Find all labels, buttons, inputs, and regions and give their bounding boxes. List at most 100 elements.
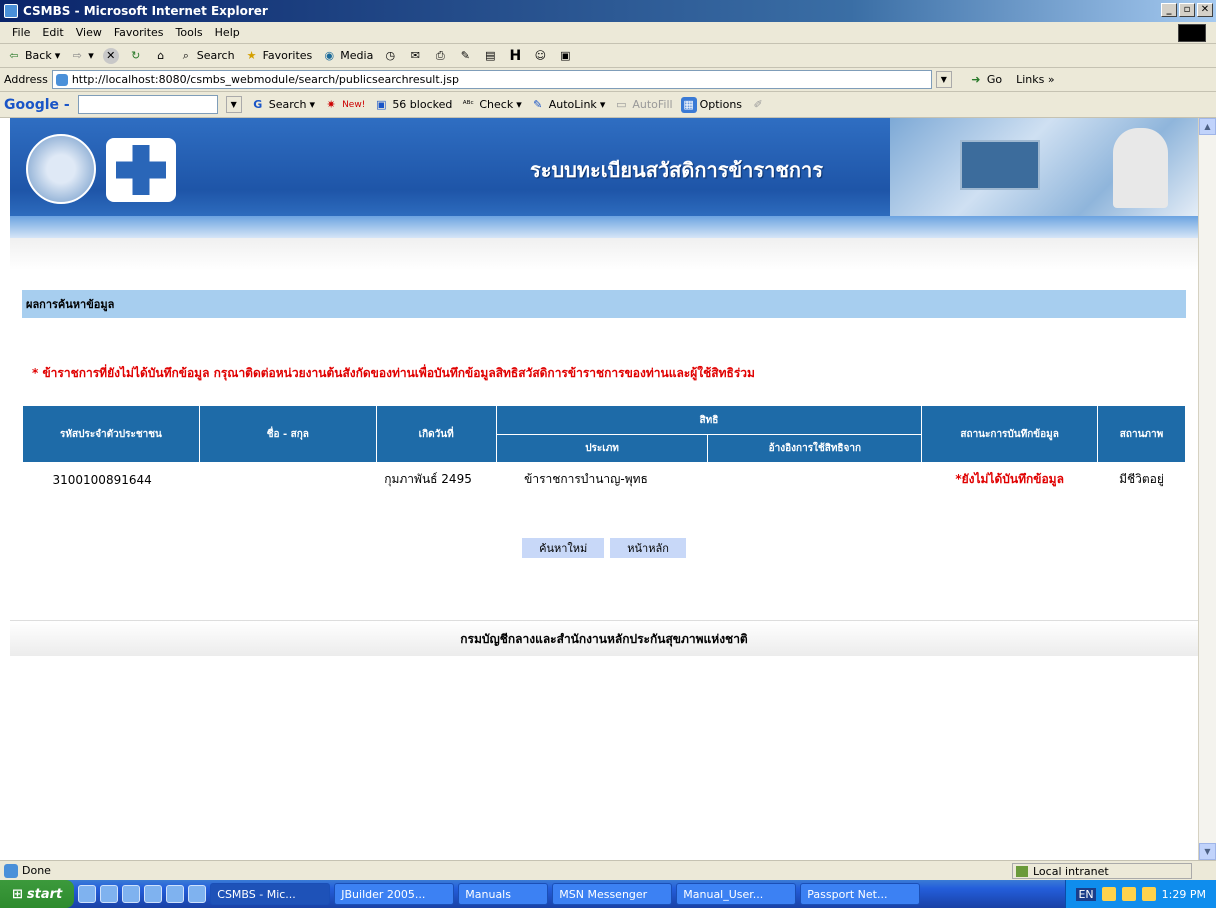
options-button[interactable]: ▦ Options [680, 96, 742, 113]
header-source: อ้างอิงการใช้สิทธิจาก [707, 434, 923, 463]
address-url: http://localhost:8080/csmbs_webmodule/se… [71, 73, 459, 86]
home-icon[interactable]: ⌂ [153, 48, 169, 64]
quicklaunch-ie-icon[interactable] [122, 885, 141, 903]
windows-logo-icon [1178, 24, 1206, 42]
google-logo[interactable]: Google - [4, 97, 70, 113]
autofill-icon: ▭ [616, 97, 627, 111]
popup-blocked-button[interactable]: ▣ 56 blocked [373, 97, 452, 113]
forward-button[interactable]: ⇨ ▾ [69, 48, 94, 64]
refresh-icon[interactable]: ↻ [128, 48, 144, 64]
address-input[interactable]: http://localhost:8080/csmbs_webmodule/se… [51, 70, 932, 89]
research-icon[interactable]: ▣ [557, 48, 573, 64]
back-button[interactable]: ⇦ Back ▾ [6, 48, 60, 64]
spell-check-icon: ᴬᴮᶜ [462, 99, 474, 110]
standard-toolbar: ⇦ Back ▾ ⇨ ▾ ✕ ↻ ⌂ ⌕ Search ★ Favorites ◉ Med… [0, 44, 1216, 68]
results-table: รหัสประจำตัวประชาชน ชื่อ - สกุล เกิดวันท… [22, 405, 1186, 497]
new-search-button[interactable]: ค้นหาใหม่ [522, 538, 605, 558]
cell-life-status: มีชีวิตอยู่ [1119, 472, 1164, 487]
task-manuals[interactable]: Manuals [458, 883, 549, 905]
maximize-button[interactable]: ▫ [1179, 3, 1195, 17]
favorites-button[interactable]: ★ Favorites [244, 48, 313, 64]
autofill-button[interactable]: ▭ AutoFill [613, 97, 672, 113]
address-dropdown-button[interactable]: ▼ [935, 71, 952, 88]
links-button[interactable]: Links » [1016, 73, 1054, 86]
home-button[interactable]: หน้าหลัก [610, 538, 686, 558]
h-icon[interactable]: H [507, 48, 523, 64]
quicklaunch-winamp-icon[interactable] [166, 885, 185, 903]
vertical-scrollbar[interactable]: ▲ ▼ [1198, 118, 1216, 860]
options-icon: ▦ [680, 96, 697, 113]
task-msn[interactable]: MSN Messenger [552, 883, 673, 905]
forward-arrow-icon: ⇨ [72, 48, 82, 62]
stop-icon[interactable]: ✕ [102, 47, 119, 64]
tray-msn-icon[interactable] [1101, 887, 1116, 901]
comptroller-emblem-logo [26, 134, 96, 204]
action-buttons: ค้นหาใหม่ หน้าหลัก [10, 538, 1198, 558]
tray-app-icon[interactable] [1121, 887, 1136, 901]
menu-view[interactable]: View [76, 26, 102, 39]
intranet-icon [1016, 866, 1028, 877]
google-search-input[interactable] [77, 95, 218, 114]
system-tray: EN 1:29 PM [1065, 880, 1216, 908]
quicklaunch-h-icon[interactable] [188, 885, 207, 903]
google-dropdown-button[interactable]: ▼ [225, 96, 242, 113]
notice-text: * ข้าราชการที่ยังไม่ได้บันทึกข้อมูล กรุณ… [32, 366, 755, 380]
history-icon[interactable]: ◷ [382, 48, 398, 64]
cell-record-status: *ยังไม่ได้บันทึกข้อมูล [955, 472, 1064, 487]
new-icon: ✷ [326, 97, 336, 111]
banner-wave [10, 216, 1198, 238]
quicklaunch-search-icon[interactable] [144, 885, 163, 903]
print-icon[interactable]: ⎙ [432, 48, 448, 64]
menu-bar: File Edit View Favorites Tools Help [0, 22, 1216, 44]
media-button[interactable]: ◉ Media [321, 48, 373, 64]
popup-blocker-icon: ▣ [376, 97, 387, 111]
discuss-icon[interactable]: ▤ [482, 48, 498, 64]
google-search-button[interactable]: G Search ▾ [250, 97, 315, 113]
start-button[interactable]: ⊞ start [0, 880, 75, 908]
cell-birth: กุมภาพันธ์ 2495 [384, 472, 472, 487]
header-rights: สิทธิ [495, 405, 923, 435]
edit-icon[interactable]: ✎ [457, 48, 473, 64]
quicklaunch-desktop-icon[interactable] [78, 885, 97, 903]
pencil-icon[interactable]: ✐ [750, 97, 766, 113]
tray-volume-icon[interactable] [1141, 887, 1156, 901]
scroll-up-arrow-icon[interactable]: ▲ [1199, 118, 1216, 135]
task-manual-user[interactable]: Manual_User... [676, 883, 797, 905]
menu-tools[interactable]: Tools [176, 26, 203, 39]
quicklaunch-outlook-icon[interactable] [100, 885, 119, 903]
address-bar: Address http://localhost:8080/csmbs_webm… [0, 68, 1216, 92]
go-button[interactable]: ➜ Go [968, 72, 1002, 88]
scroll-down-arrow-icon[interactable]: ▼ [1199, 843, 1216, 860]
cell-type: ข้าราชการบำนาญ-พุทธ [524, 472, 648, 487]
menu-favorites[interactable]: Favorites [114, 26, 164, 39]
new-button[interactable]: ✷ New! [323, 97, 365, 113]
header-life-status: สถานภาพ [1097, 405, 1186, 463]
messenger-icon[interactable]: ☺ [532, 48, 548, 64]
search-button[interactable]: ⌕ Search [178, 48, 235, 64]
header-type: ประเภท [495, 434, 709, 463]
cell-name [199, 463, 376, 497]
search-icon: ⌕ [182, 48, 189, 62]
task-csmbs[interactable]: CSMBS - Mic... [210, 883, 331, 905]
site-banner: ระบบทะเบียนสวัสดิการข้าราชการ [10, 118, 1198, 238]
star-icon: ★ [246, 48, 257, 62]
menu-file[interactable]: File [12, 26, 30, 39]
page-icon [55, 73, 68, 86]
banner-photo [890, 118, 1198, 218]
spell-check-button[interactable]: ᴬᴮᶜ Check ▾ [460, 97, 522, 113]
task-jbuilder[interactable]: JBuilder 2005... [334, 883, 455, 905]
header-record-status: สถานะการบันทึกข้อมูล [921, 405, 1099, 463]
autolink-button[interactable]: ✎ AutoLink ▾ [530, 97, 605, 113]
mail-icon[interactable]: ✉ [407, 48, 423, 64]
minimize-button[interactable]: _ [1161, 3, 1177, 17]
media-icon: ◉ [324, 48, 335, 62]
title-bar: CSMBS - Microsoft Internet Explorer _ ▫ … [0, 0, 1216, 22]
go-arrow-icon: ➜ [971, 72, 981, 86]
close-button[interactable]: ✕ [1197, 3, 1213, 17]
task-passport[interactable]: Passport Net... [800, 883, 921, 905]
health-cross-logo [106, 138, 176, 202]
menu-edit[interactable]: Edit [42, 26, 63, 39]
menu-help[interactable]: Help [215, 26, 240, 39]
status-text: Done [22, 864, 51, 877]
language-indicator[interactable]: EN [1076, 887, 1096, 901]
